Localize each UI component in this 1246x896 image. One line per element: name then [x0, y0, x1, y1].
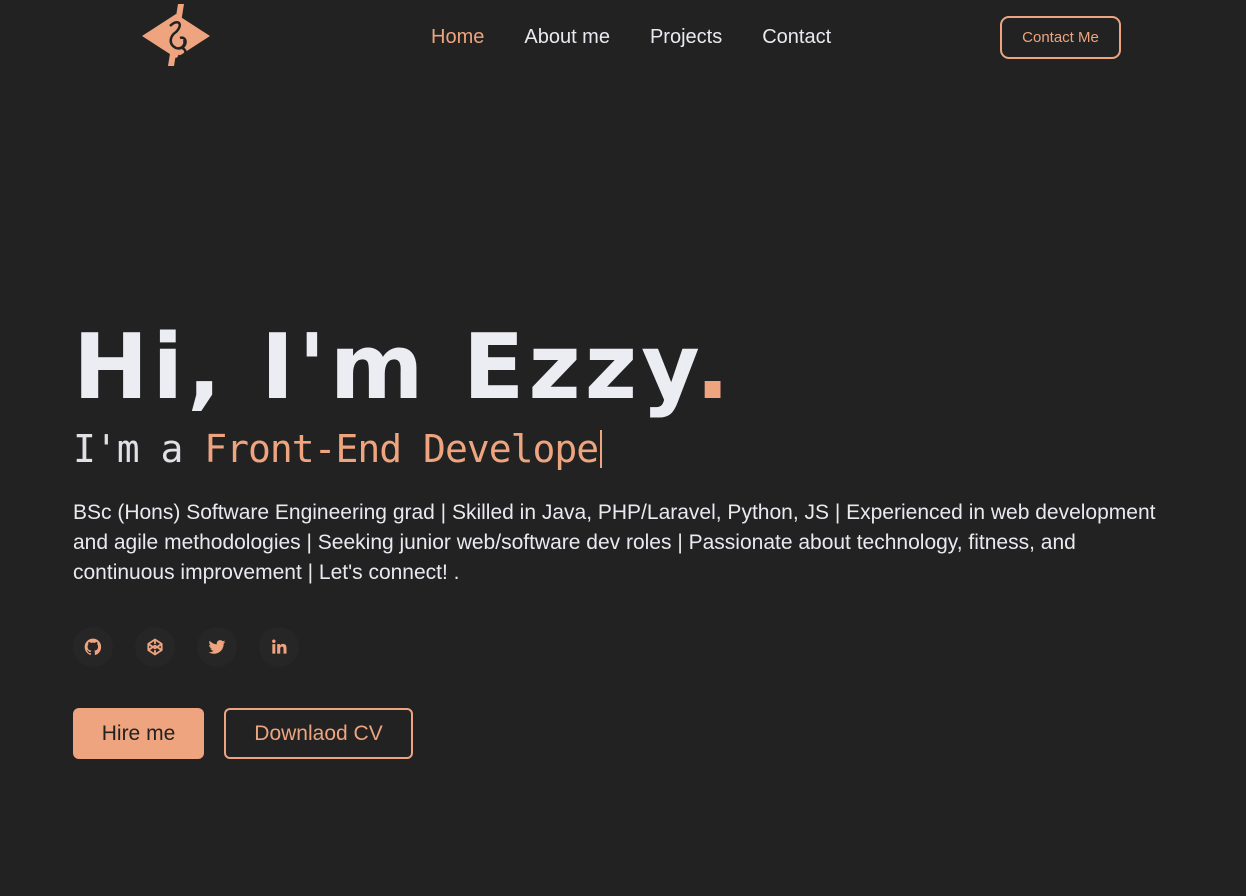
github-icon[interactable]: [73, 627, 113, 667]
hero-buttons: Hire me Downlaod CV: [73, 708, 413, 759]
nav-links: Home About me Projects Contact: [431, 24, 831, 50]
nav-link-home[interactable]: Home: [431, 24, 484, 50]
linkedin-icon[interactable]: [259, 627, 299, 667]
contact-me-button[interactable]: Contact Me: [1000, 16, 1121, 59]
hero-subtitle: I'm a Front-End Develope: [73, 426, 1173, 472]
typing-caret: [600, 430, 603, 468]
hero-title-text: Hi, I'm Ezzy: [73, 315, 696, 420]
nav-link-about[interactable]: About me: [524, 24, 610, 50]
nav-link-contact[interactable]: Contact: [762, 24, 831, 50]
hero-section: Hi, I'm Ezzy. I'm a Front-End Develope: [73, 318, 1173, 472]
navbar: Home About me Projects Contact Contact M…: [0, 0, 1246, 76]
logo[interactable]: [140, 4, 212, 66]
codepen-icon[interactable]: [135, 627, 175, 667]
hero-description: BSc (Hons) Software Engineering grad | S…: [73, 501, 1156, 584]
hero-title: Hi, I'm Ezzy.: [73, 318, 1173, 418]
hero-title-dot: .: [695, 315, 734, 420]
social-links: [73, 627, 299, 667]
download-cv-button[interactable]: Downlaod CV: [224, 708, 413, 759]
twitter-icon[interactable]: [197, 627, 237, 667]
nav-link-projects[interactable]: Projects: [650, 24, 722, 50]
hire-me-button[interactable]: Hire me: [73, 708, 204, 759]
hero-subtitle-prefix: I'm a: [73, 427, 205, 471]
hero-role-typed: Front-End Develope: [204, 427, 599, 471]
